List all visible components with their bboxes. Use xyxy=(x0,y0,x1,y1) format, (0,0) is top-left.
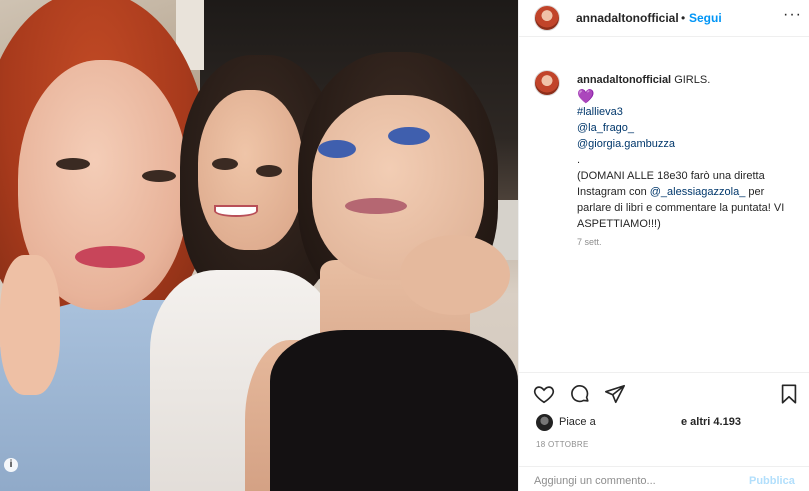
eye xyxy=(212,158,238,170)
caption-title: GIRLS. xyxy=(674,74,711,86)
header-username[interactable]: annadaltonofficial xyxy=(576,11,679,25)
caption-avatar[interactable] xyxy=(534,70,560,96)
caption-time[interactable]: 7 sett. xyxy=(577,237,602,247)
eye xyxy=(388,127,430,145)
mention-link[interactable]: @giorgia.gambuzza xyxy=(577,136,797,152)
caption-username[interactable]: annadaltonofficial xyxy=(577,74,671,86)
person-left-hand xyxy=(0,255,60,395)
eye xyxy=(56,158,90,170)
heart-icon[interactable] xyxy=(533,383,555,405)
lips xyxy=(345,198,407,214)
mention-link[interactable]: @la_frago_ xyxy=(577,120,797,136)
caption: annadaltonofficial GIRLS. 💜 #lallieva3 @… xyxy=(519,60,809,360)
action-bar xyxy=(519,372,809,416)
person-right-top xyxy=(270,330,518,491)
likes-row: Piace a e altri 4.193 xyxy=(519,412,809,434)
liker-avatar[interactable] xyxy=(536,414,553,431)
follow-button[interactable]: Segui xyxy=(689,11,722,25)
more-options-icon[interactable]: ··· xyxy=(783,6,802,24)
likes-count-link[interactable]: e altri 4.193 xyxy=(681,416,741,428)
liked-by-text: Piace a xyxy=(559,416,596,428)
publish-button[interactable]: Pubblica xyxy=(749,475,795,487)
mention-link[interactable]: @_alessiagazzola_ xyxy=(650,186,746,198)
comment-input[interactable]: Aggiungi un commento... xyxy=(534,475,734,487)
post-side-panel: annadaltonofficial • Segui ··· annadalto… xyxy=(518,0,809,491)
person-right-hand xyxy=(400,235,510,315)
post-date[interactable]: 18 OTTOBRE xyxy=(536,440,589,449)
caption-text: (DOMANI ALLE 18e30 farò una diretta Inst… xyxy=(577,168,797,232)
separator-dot: • xyxy=(681,11,686,25)
avatar[interactable] xyxy=(534,5,560,31)
caption-dot: . xyxy=(577,154,581,166)
post-photo[interactable]: i xyxy=(0,0,518,491)
eye xyxy=(318,140,356,158)
info-icon[interactable]: i xyxy=(4,458,18,472)
eye xyxy=(142,170,176,182)
hashtag-link[interactable]: #lallieva3 xyxy=(577,104,797,120)
share-icon[interactable] xyxy=(604,383,626,405)
person-middle-face xyxy=(198,90,303,250)
eye xyxy=(256,165,282,177)
post-header: annadaltonofficial • Segui ··· xyxy=(519,0,809,37)
smile xyxy=(214,205,258,217)
lips xyxy=(75,246,145,268)
comment-bar: Aggiungi un commento... Pubblica xyxy=(519,466,809,491)
purple-heart-icon: 💜 xyxy=(577,88,595,104)
bookmark-icon[interactable] xyxy=(778,383,800,405)
caption-body: annadaltonofficial GIRLS. 💜 #lallieva3 @… xyxy=(577,72,797,232)
comment-icon[interactable] xyxy=(569,383,591,405)
